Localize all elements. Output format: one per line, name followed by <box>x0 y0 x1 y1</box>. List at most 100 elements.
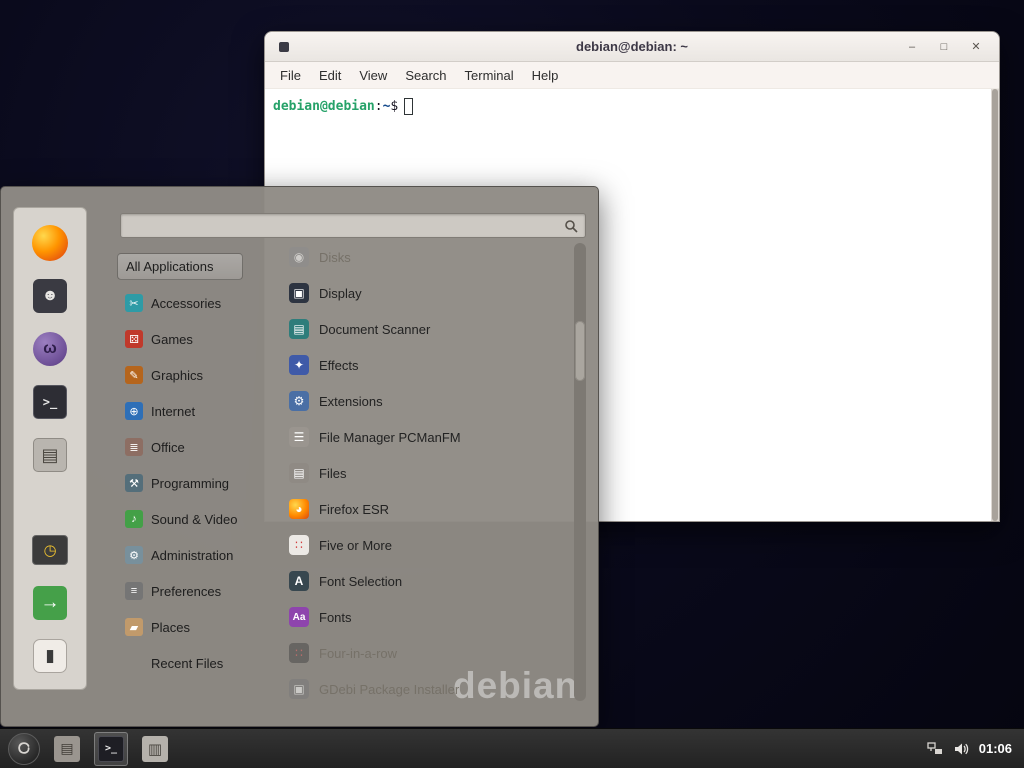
terminal-icon: >_ <box>33 385 67 419</box>
app-label: GDebi Package Installer <box>319 682 459 697</box>
terminal-cursor <box>404 98 413 115</box>
terminal-scrollbar[interactable] <box>991 89 999 521</box>
taskbar-clock[interactable]: 01:06 <box>979 741 1012 756</box>
terminal-scrollbar-thumb[interactable] <box>992 89 998 521</box>
files-icon: ▥ <box>142 736 168 762</box>
document-scanner-icon: ▤ <box>289 319 309 339</box>
app-label: Files <box>319 466 346 481</box>
taskbar-tray: 01:06 <box>927 741 1016 757</box>
lock-screen-button[interactable]: ◷ <box>31 531 69 569</box>
search-icon <box>564 219 578 233</box>
four-in-a-row-icon: ∷ <box>289 643 309 663</box>
app-label: File Manager PCManFM <box>319 430 461 445</box>
font-selection-icon: A <box>289 571 309 591</box>
app-item-font-selection[interactable]: A Font Selection <box>279 563 573 599</box>
app-label: Disks <box>319 250 351 265</box>
app-item-effects[interactable]: ✦ Effects <box>279 347 573 383</box>
minimize-button[interactable]: – <box>903 38 921 56</box>
category-all-applications[interactable]: All Applications <box>117 253 243 280</box>
volume-icon[interactable] <box>953 741 969 757</box>
prompt-separator: : <box>375 99 383 114</box>
taskbar-files-launcher[interactable]: ▥ <box>138 732 172 766</box>
app-item-document-scanner[interactable]: ▤ Document Scanner <box>279 311 573 347</box>
terminal-titlebar[interactable]: debian@debian: ~ – □ ✕ <box>265 32 999 62</box>
category-label: All Applications <box>126 259 213 274</box>
category-label: Places <box>151 620 190 635</box>
favorites-strip: ☻ ω >_ ▤ ◷ → ▮ <box>13 207 87 690</box>
app-item-extensions[interactable]: ⚙ Extensions <box>279 383 573 419</box>
category-label: Games <box>151 332 193 347</box>
menu-view[interactable]: View <box>350 64 396 87</box>
category-internet[interactable]: ⊕ Internet <box>117 393 271 429</box>
favorite-terminal-launcher[interactable]: >_ <box>31 383 69 421</box>
app-item-four-in-a-row[interactable]: ∷ Four-in-a-row <box>279 635 573 671</box>
terminal-menubar: File Edit View Search Terminal Help <box>265 62 999 89</box>
taskbar-file-manager-launcher[interactable]: ▤ <box>50 732 84 766</box>
category-label: Administration <box>151 548 233 563</box>
category-label: Recent Files <box>151 656 223 671</box>
app-item-five-or-more[interactable]: ∷ Five or More <box>279 527 573 563</box>
menu-edit[interactable]: Edit <box>310 64 350 87</box>
taskbar-terminal-window-button[interactable]: >_ <box>94 732 128 766</box>
close-button[interactable]: ✕ <box>967 38 985 56</box>
shut-down-button[interactable]: ▮ <box>31 637 69 675</box>
app-item-display[interactable]: ▣ Display <box>279 275 573 311</box>
taskbar: ▤ >_ ▥ 01:06 <box>0 728 1024 768</box>
category-games[interactable]: ⚄ Games <box>117 321 271 357</box>
shut-down-icon: ▮ <box>33 639 67 673</box>
maximize-button[interactable]: □ <box>935 38 953 56</box>
category-office[interactable]: ≣ Office <box>117 429 271 465</box>
app-item-disks[interactable]: ◉ Disks <box>279 239 573 275</box>
debian-swirl-icon <box>13 738 35 760</box>
category-recent-files[interactable]: Recent Files <box>117 645 271 681</box>
menu-file[interactable]: File <box>271 64 310 87</box>
category-graphics[interactable]: ✎ Graphics <box>117 357 271 393</box>
administration-icon: ⚙ <box>125 546 143 564</box>
app-list-scrollbar[interactable] <box>574 243 586 701</box>
favorite-firefox-launcher[interactable] <box>31 224 69 262</box>
category-list: All Applications ✂ Accessories ⚄ Games ✎… <box>117 249 271 681</box>
menu-search[interactable]: Search <box>396 64 455 87</box>
app-list-scrollbar-thumb[interactable] <box>575 321 585 381</box>
category-sound-video[interactable]: ♪ Sound & Video <box>117 501 271 537</box>
app-label: Document Scanner <box>319 322 430 337</box>
file-manager-icon: ▤ <box>33 438 67 472</box>
app-item-files[interactable]: ▤ Files <box>279 455 573 491</box>
category-preferences[interactable]: ≡ Preferences <box>117 573 271 609</box>
log-out-icon: → <box>33 586 67 620</box>
favorite-mascot-launcher[interactable]: ω <box>31 330 69 368</box>
app-item-gdebi-package-installer[interactable]: ▣ GDebi Package Installer <box>279 671 573 702</box>
office-icon: ≣ <box>125 438 143 456</box>
prompt-symbol: $ <box>390 99 398 114</box>
network-icon[interactable] <box>927 741 943 757</box>
category-programming[interactable]: ⚒ Programming <box>117 465 271 501</box>
menu-terminal[interactable]: Terminal <box>456 64 523 87</box>
prompt-path: ~ <box>383 99 391 114</box>
category-label: Accessories <box>151 296 221 311</box>
menu-button[interactable] <box>8 733 40 765</box>
terminal-window-title: debian@debian: ~ <box>265 39 999 54</box>
app-item-fonts[interactable]: Aa Fonts <box>279 599 573 635</box>
category-accessories[interactable]: ✂ Accessories <box>117 285 271 321</box>
app-item-file-manager-pcmanfm[interactable]: ☰ File Manager PCManFM <box>279 419 573 455</box>
terminal-window-icon <box>279 42 289 52</box>
app-item-firefox-esr[interactable]: ◕ Firefox ESR <box>279 491 573 527</box>
category-places[interactable]: ▰ Places <box>117 609 271 645</box>
favorite-file-manager-launcher[interactable]: ▤ <box>31 436 69 474</box>
menu-search-box <box>120 213 586 238</box>
file-manager-icon: ▤ <box>54 736 80 762</box>
prompt-user-host: debian@debian <box>273 99 375 114</box>
preferences-icon: ≡ <box>125 582 143 600</box>
firefox-esr-icon: ◕ <box>289 499 309 519</box>
log-out-button[interactable]: → <box>31 584 69 622</box>
favorite-contacts-launcher[interactable]: ☻ <box>31 277 69 315</box>
menu-help[interactable]: Help <box>523 64 568 87</box>
search-input[interactable] <box>121 218 564 233</box>
category-administration[interactable]: ⚙ Administration <box>117 537 271 573</box>
five-or-more-icon: ∷ <box>289 535 309 555</box>
app-label: Display <box>319 286 362 301</box>
pcmanfm-icon: ☰ <box>289 427 309 447</box>
internet-icon: ⊕ <box>125 402 143 420</box>
category-label: Internet <box>151 404 195 419</box>
category-label: Preferences <box>151 584 221 599</box>
